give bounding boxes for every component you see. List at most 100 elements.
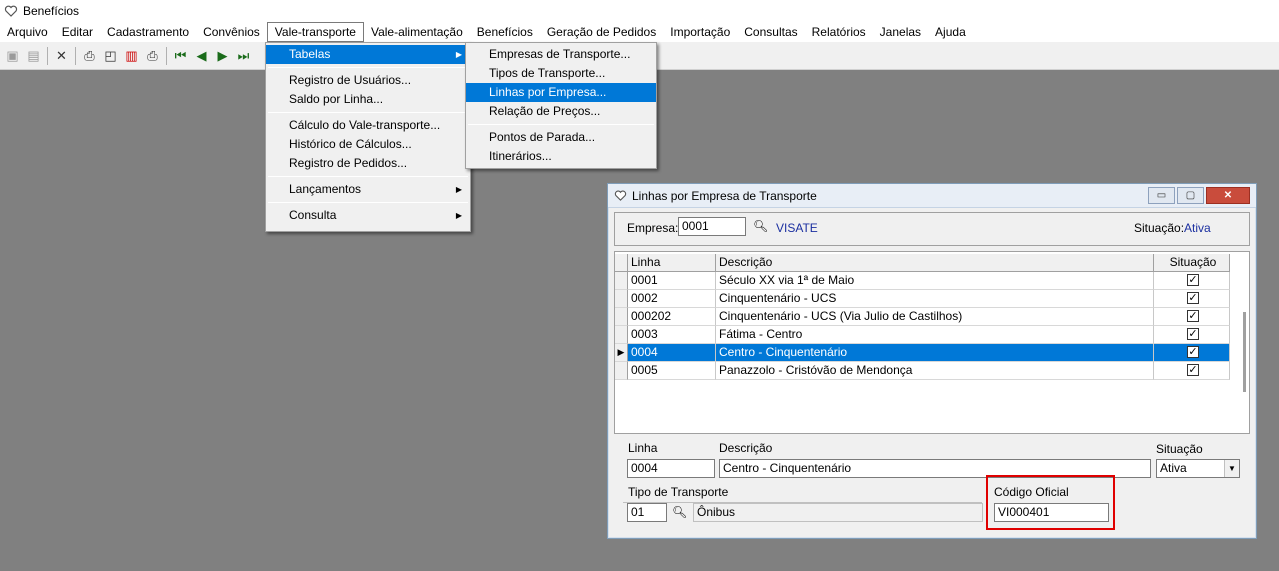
grid-header-descricao[interactable]: Descrição <box>716 254 1154 272</box>
cell-descricao[interactable]: Cinquentenário - UCS (Via Julio de Casti… <box>716 308 1154 326</box>
menu-relatorios[interactable]: Relatórios <box>805 22 873 42</box>
empresa-search-icon[interactable]: 🔍︎ <box>753 219 768 233</box>
first-record-icon[interactable]: ⏮ <box>170 45 191 67</box>
cell-situacao[interactable]: ✓ <box>1154 362 1230 380</box>
toolbar-separator <box>47 46 48 65</box>
window-title: Linhas por Empresa de Transporte <box>632 188 817 203</box>
cell-linha[interactable]: 0004 <box>628 344 716 362</box>
menu-geracao-pedidos[interactable]: Geração de Pedidos <box>540 22 663 42</box>
app-title-bar: Benefícios <box>0 0 1279 22</box>
menu-importacao[interactable]: Importação <box>663 22 737 42</box>
menu-item-lancamentos[interactable]: Lançamentos ▶ <box>266 180 470 199</box>
menu-item-calculo[interactable]: Cálculo do Vale-transporte... <box>266 116 470 135</box>
cell-situacao[interactable]: ✓ <box>1154 272 1230 290</box>
cell-descricao[interactable]: Panazzolo - Cristóvão de Mendonça <box>716 362 1154 380</box>
menu-item-relacao-precos[interactable]: Relação de Preços... <box>466 102 656 121</box>
row-indicator <box>615 308 628 326</box>
situacao-checkbox[interactable]: ✓ <box>1187 364 1199 376</box>
cell-linha[interactable]: 0002 <box>628 290 716 308</box>
situacao-header-label: Situação: <box>1134 221 1185 235</box>
print-icon[interactable]: ⎙ <box>79 45 100 67</box>
menu-beneficios[interactable]: Benefícios <box>470 22 540 42</box>
menu-vale-transporte[interactable]: Vale-transporte <box>266 22 364 42</box>
cell-linha[interactable]: 0003 <box>628 326 716 344</box>
next-record-icon[interactable]: ▶ <box>212 45 233 67</box>
cell-situacao[interactable]: ✓ <box>1154 344 1230 362</box>
table-row-selected[interactable]: ▶ 0004 Centro - Cinquentenário ✓ <box>615 344 1230 362</box>
menu-convenios[interactable]: Convênios <box>196 22 267 42</box>
prev-record-icon[interactable]: ◀ <box>191 45 212 67</box>
menu-item-saldo-linha[interactable]: Saldo por Linha... <box>266 90 470 109</box>
table-row[interactable]: 000202 Cinquentenário - UCS (Via Julio d… <box>615 308 1230 326</box>
tipo-transporte-code-input[interactable]: 01 <box>627 503 667 522</box>
menu-item-tabelas[interactable]: Tabelas ▶ <box>266 45 470 64</box>
table-row[interactable]: 0001 Século XX via 1ª de Maio ✓ <box>615 272 1230 290</box>
app-logo-icon <box>4 5 18 17</box>
delete-icon[interactable]: ✕ <box>51 45 72 67</box>
cell-linha[interactable]: 000202 <box>628 308 716 326</box>
situacao-select[interactable]: Ativa ▼ <box>1156 459 1240 478</box>
menu-cadastramento[interactable]: Cadastramento <box>100 22 196 42</box>
pdf-icon[interactable]: ▥ <box>121 45 142 67</box>
situacao-checkbox[interactable]: ✓ <box>1187 346 1199 358</box>
menu-janelas[interactable]: Janelas <box>873 22 928 42</box>
table-row[interactable]: 0005 Panazzolo - Cristóvão de Mendonça ✓ <box>615 362 1230 380</box>
last-record-icon[interactable]: ⏭ <box>233 45 254 67</box>
menu-item-linhas-empresa[interactable]: Linhas por Empresa... <box>466 83 656 102</box>
situacao-checkbox[interactable]: ✓ <box>1187 328 1199 340</box>
grid-header-linha[interactable]: Linha <box>628 254 716 272</box>
menu-consultas[interactable]: Consultas <box>737 22 804 42</box>
cell-situacao[interactable]: ✓ <box>1154 290 1230 308</box>
printer-setup-icon[interactable]: ⎙ <box>142 45 163 67</box>
menu-item-tipos-transporte[interactable]: Tipos de Transporte... <box>466 64 656 83</box>
menu-item-registro-pedidos[interactable]: Registro de Pedidos... <box>266 154 470 173</box>
close-icon[interactable]: ✕ <box>1206 187 1250 204</box>
cell-linha[interactable]: 0001 <box>628 272 716 290</box>
row-indicator <box>615 326 628 344</box>
cell-linha[interactable]: 0005 <box>628 362 716 380</box>
menu-item-historico[interactable]: Histórico de Cálculos... <box>266 135 470 154</box>
situacao-checkbox[interactable]: ✓ <box>1187 292 1199 304</box>
submenu-arrow-icon: ▶ <box>455 50 462 59</box>
menu-separator <box>268 176 468 177</box>
cell-situacao[interactable]: ✓ <box>1154 308 1230 326</box>
cell-situacao[interactable]: ✓ <box>1154 326 1230 344</box>
menu-item-registro-usuarios[interactable]: Registro de Usuários... <box>266 71 470 90</box>
submenu-arrow-icon: ▶ <box>455 185 462 194</box>
cell-descricao[interactable]: Cinquentenário - UCS <box>716 290 1154 308</box>
grid-header-situacao[interactable]: Situação <box>1154 254 1230 272</box>
menu-ajuda[interactable]: Ajuda <box>928 22 973 42</box>
menu-item-itinerarios[interactable]: Itinerários... <box>466 147 656 166</box>
table-row[interactable]: 0003 Fátima - Centro ✓ <box>615 326 1230 344</box>
minimize-icon[interactable]: ▭ <box>1148 187 1175 204</box>
row-indicator <box>615 362 628 380</box>
print-preview-icon[interactable]: ◰ <box>100 45 121 67</box>
menu-editar[interactable]: Editar <box>55 22 100 42</box>
situacao-checkbox[interactable]: ✓ <box>1187 274 1199 286</box>
cell-descricao[interactable]: Centro - Cinquentenário <box>716 344 1154 362</box>
menu-arquivo[interactable]: Arquivo <box>0 22 55 42</box>
tipo-transporte-label: Tipo de Transporte <box>628 485 729 499</box>
save-icon[interactable]: ▣ <box>2 45 23 67</box>
menu-bar: Arquivo Editar Cadastramento Convênios V… <box>0 22 1279 42</box>
window-controls: ▭ ▢ ✕ <box>1148 187 1250 204</box>
menu-item-lancamentos-label: Lançamentos <box>289 182 362 196</box>
discard-icon[interactable]: ▤ <box>23 45 44 67</box>
maximize-icon[interactable]: ▢ <box>1177 187 1204 204</box>
empresa-code-input[interactable]: 0001 <box>678 217 746 236</box>
menu-item-empresas-transporte[interactable]: Empresas de Transporte... <box>466 45 656 64</box>
menu-item-consulta[interactable]: Consulta ▶ <box>266 206 470 225</box>
menu-item-pontos-parada[interactable]: Pontos de Parada... <box>466 128 656 147</box>
tipo-transporte-search-icon[interactable]: 🔍︎ <box>672 505 687 519</box>
situacao-label: Situação <box>1156 442 1203 456</box>
cell-descricao[interactable]: Fátima - Centro <box>716 326 1154 344</box>
table-row[interactable]: 0002 Cinquentenário - UCS ✓ <box>615 290 1230 308</box>
menu-vale-alimentacao[interactable]: Vale-alimentação <box>364 22 470 42</box>
situacao-checkbox[interactable]: ✓ <box>1187 310 1199 322</box>
cell-descricao[interactable]: Século XX via 1ª de Maio <box>716 272 1154 290</box>
linha-input[interactable]: 0004 <box>627 459 715 478</box>
window-title-bar[interactable]: Linhas por Empresa de Transporte ▭ ▢ ✕ <box>608 184 1256 208</box>
chevron-down-icon[interactable]: ▼ <box>1224 460 1239 477</box>
vale-transporte-menu: Tabelas ▶ Registro de Usuários... Saldo p… <box>265 42 471 232</box>
grid-vertical-scrollbar[interactable] <box>1243 312 1246 392</box>
